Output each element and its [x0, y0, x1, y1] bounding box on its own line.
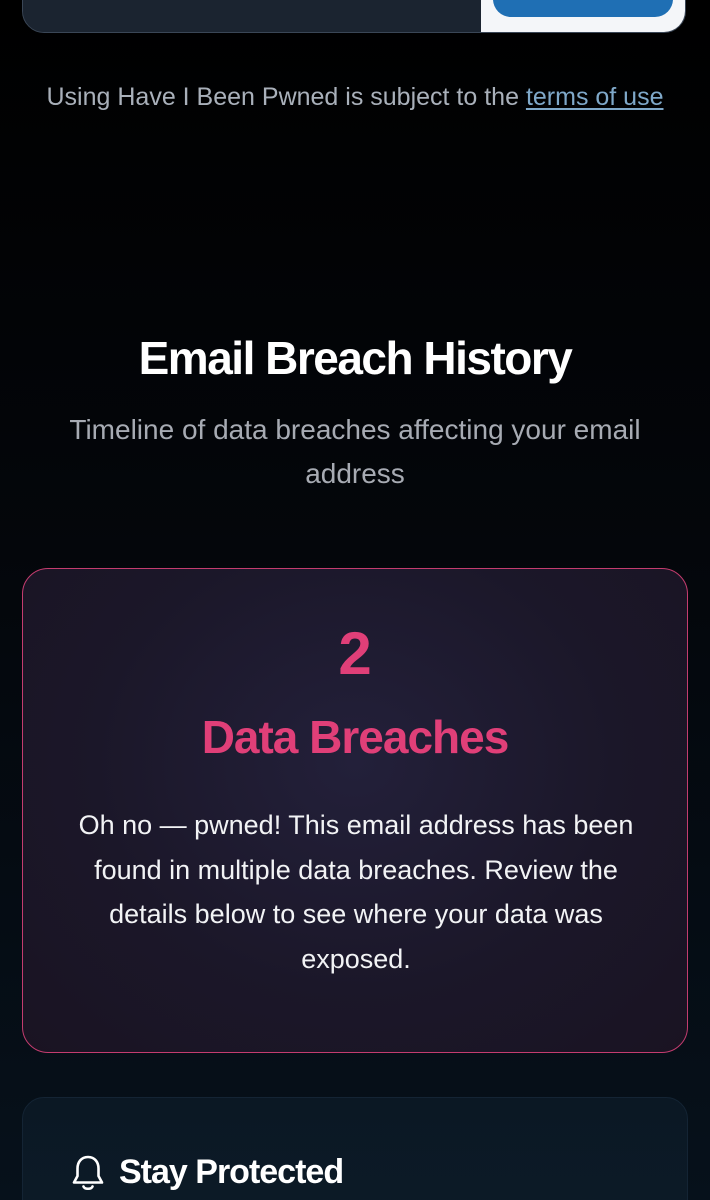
search-bar [22, 0, 686, 33]
breach-count-label: Data Breaches [201, 711, 510, 763]
stay-protected-title: Stay Protected [119, 1153, 344, 1191]
terms-notice: Using Have I Been Pwned is subject to th… [0, 80, 710, 114]
page-subtitle: Timeline of data breaches affecting your… [69, 414, 641, 489]
email-search-input[interactable] [23, 0, 483, 32]
page-title: Email Breach History [138, 332, 573, 384]
search-button-area [481, 0, 685, 32]
breach-summary-card: 2 Data Breaches Oh no — pwned! This emai… [22, 568, 688, 1053]
breach-count: 2 [338, 620, 372, 687]
page: Using Have I Been Pwned is subject to th… [0, 0, 710, 1200]
terms-of-use-link[interactable]: terms of use [526, 83, 664, 111]
terms-text: Using Have I Been Pwned is subject to th… [46, 83, 526, 111]
stay-protected-card: Stay Protected [22, 1097, 688, 1200]
bell-icon [71, 1154, 105, 1192]
check-button[interactable] [493, 0, 673, 17]
breach-message: Oh no — pwned! This email address has be… [78, 810, 634, 974]
